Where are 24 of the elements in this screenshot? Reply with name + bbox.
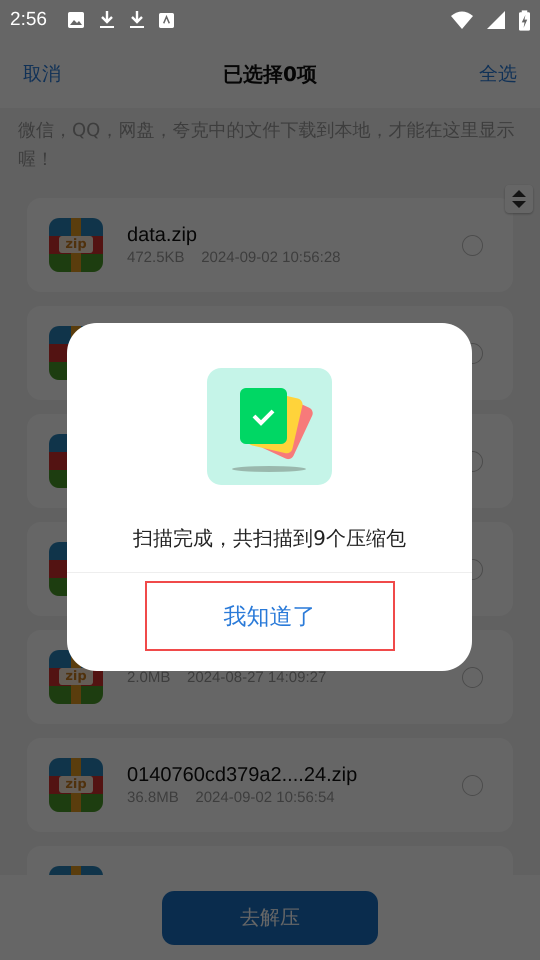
download-icon	[98, 10, 115, 30]
notification-icon	[158, 12, 174, 28]
cancel-link[interactable]: 取消	[23, 61, 61, 87]
page-title: 已选择0项	[223, 60, 317, 88]
file-type-label: zip	[59, 236, 93, 253]
select-radio[interactable]	[462, 774, 483, 796]
battery-icon	[519, 10, 530, 30]
extract-button[interactable]: 去解压	[162, 890, 378, 944]
file-name: 0140760cd379a2....24.zip	[127, 764, 358, 787]
wifi-icon	[451, 11, 473, 29]
status-time: 2:56	[10, 9, 47, 31]
file-name: data.zip	[127, 224, 198, 247]
confirm-button[interactable]: 我知道了	[144, 581, 394, 651]
file-type-label: zip	[59, 776, 93, 793]
select-radio[interactable]	[462, 234, 483, 256]
sort-icon	[512, 190, 526, 208]
download-icon	[128, 10, 145, 30]
file-type-label: zip	[59, 668, 93, 685]
select-radio[interactable]	[462, 666, 483, 688]
sort-button[interactable]	[505, 185, 533, 213]
select-all-link[interactable]: 全选	[478, 61, 517, 87]
dialog-message: 扫描完成，共扫描到9个压缩包	[133, 525, 406, 552]
image-icon	[66, 11, 85, 29]
signal-icon	[487, 11, 505, 29]
